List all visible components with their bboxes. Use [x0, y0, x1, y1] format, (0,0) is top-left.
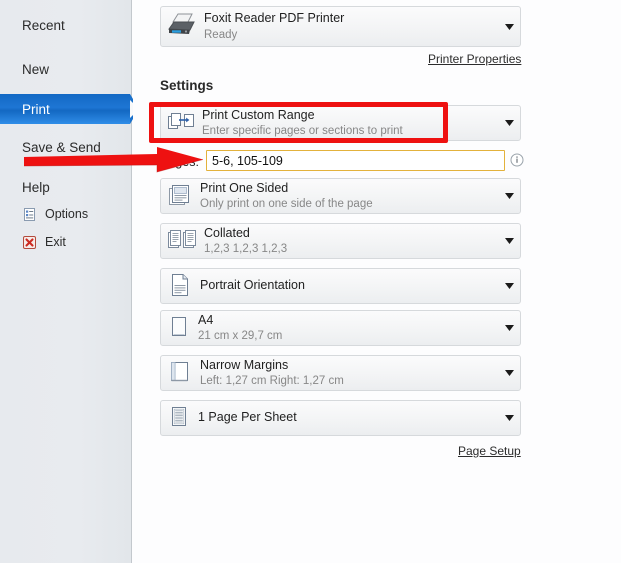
print-range-title: Print Custom Range	[202, 107, 315, 122]
sidebar-item-print[interactable]: Print	[0, 94, 139, 124]
chevron-down-icon[interactable]	[498, 415, 520, 421]
exit-red-x-icon	[22, 235, 37, 250]
pages-per-sheet-icon	[167, 404, 191, 433]
printer-name: Foxit Reader PDF Printer	[204, 11, 345, 25]
sidebar-item-label: New	[22, 61, 50, 77]
paper-size-text: A4 21 cm x 29,7 cm	[198, 313, 498, 344]
paper-size-subtitle: 21 cm x 29,7 cm	[198, 330, 283, 343]
orientation-title: Portrait Orientation	[200, 278, 305, 293]
paper-size-combobox[interactable]: A4 21 cm x 29,7 cm	[160, 310, 521, 346]
printer-info: Foxit Reader PDF Printer Ready	[204, 11, 498, 42]
margins-text: Narrow Margins Left: 1,27 cm Right: 1,27…	[200, 358, 498, 389]
sidebar-item-label: Print	[22, 101, 50, 117]
margins-subtitle: Left: 1,27 cm Right: 1,27 cm	[200, 375, 344, 388]
print-sides-text: Print One Sided Only print on one side o…	[200, 181, 498, 212]
print-range-combobox[interactable]: Print Custom Range Enter specific pages …	[160, 105, 521, 141]
pages-input[interactable]	[206, 150, 505, 171]
sidebar-item-exit[interactable]: Exit	[0, 230, 132, 254]
chevron-down-icon[interactable]	[498, 193, 520, 199]
options-document-icon	[22, 207, 37, 222]
margins-title: Narrow Margins	[200, 357, 289, 372]
pages-label: Pages:	[160, 155, 199, 169]
collation-text: Collated 1,2,3 1,2,3 1,2,3	[204, 226, 498, 257]
sidebar-item-label: Help	[22, 179, 50, 195]
page-setup-link[interactable]: Page Setup	[458, 444, 521, 458]
sidebar-item-save-and-send[interactable]: Save & Send	[0, 132, 132, 162]
portrait-icon	[167, 272, 193, 301]
collation-title: Collated	[204, 225, 250, 240]
collation-subtitle: 1,2,3 1,2,3 1,2,3	[204, 243, 288, 256]
chevron-down-icon[interactable]	[498, 283, 520, 289]
print-range-subtitle: Enter specific pages or sections to prin…	[202, 125, 403, 138]
printer-status: Ready	[204, 28, 238, 41]
sidebar-item-label: Options	[45, 207, 89, 221]
chevron-down-icon[interactable]	[498, 120, 520, 126]
print-sides-subtitle: Only print on one side of the page	[200, 198, 373, 211]
sidebar-item-recent[interactable]: Recent	[0, 10, 132, 40]
pages-per-sheet-text: 1 Page Per Sheet	[198, 410, 498, 426]
collation-combobox[interactable]: Collated 1,2,3 1,2,3 1,2,3	[160, 223, 521, 259]
print-sides-combobox[interactable]: Print One Sided Only print on one side o…	[160, 178, 521, 214]
chevron-down-icon[interactable]	[498, 370, 520, 376]
one-sided-icon	[167, 183, 193, 210]
printer-properties-link[interactable]: Printer Properties	[428, 52, 521, 66]
sidebar-item-label: Save & Send	[22, 139, 101, 155]
pages-per-sheet-combobox[interactable]: 1 Page Per Sheet	[160, 400, 521, 436]
settings-heading: Settings	[160, 78, 214, 93]
sidebar-item-new[interactable]: New	[0, 54, 132, 84]
margins-combobox[interactable]: Narrow Margins Left: 1,27 cm Right: 1,27…	[160, 355, 521, 391]
chevron-down-icon[interactable]	[498, 23, 520, 30]
sidebar-item-label: Recent	[22, 17, 65, 33]
margins-icon	[167, 359, 193, 388]
backstage-sidebar: Recent New Print Save & Send Help Option…	[0, 0, 139, 563]
orientation-text: Portrait Orientation	[200, 278, 498, 294]
custom-range-icon	[167, 111, 195, 136]
paper-size-title: A4	[198, 312, 214, 327]
info-icon[interactable]	[510, 153, 524, 167]
collated-icon	[167, 228, 197, 255]
chevron-down-icon[interactable]	[498, 238, 520, 244]
paper-size-icon	[167, 314, 191, 343]
chevron-down-icon[interactable]	[498, 325, 520, 331]
orientation-combobox[interactable]: Portrait Orientation	[160, 268, 521, 304]
print-range-text: Print Custom Range Enter specific pages …	[202, 108, 498, 139]
print-settings-panel: Foxit Reader PDF Printer Ready Printer P…	[133, 0, 621, 563]
sidebar-item-help[interactable]: Help	[0, 172, 132, 202]
pages-per-sheet-title: 1 Page Per Sheet	[198, 410, 297, 425]
sidebar-item-options[interactable]: Options	[0, 202, 132, 226]
printer-icon	[167, 11, 197, 42]
print-sides-title: Print One Sided	[200, 180, 289, 195]
printer-select-combobox[interactable]: Foxit Reader PDF Printer Ready	[160, 6, 521, 47]
sidebar-item-label: Exit	[45, 235, 66, 249]
